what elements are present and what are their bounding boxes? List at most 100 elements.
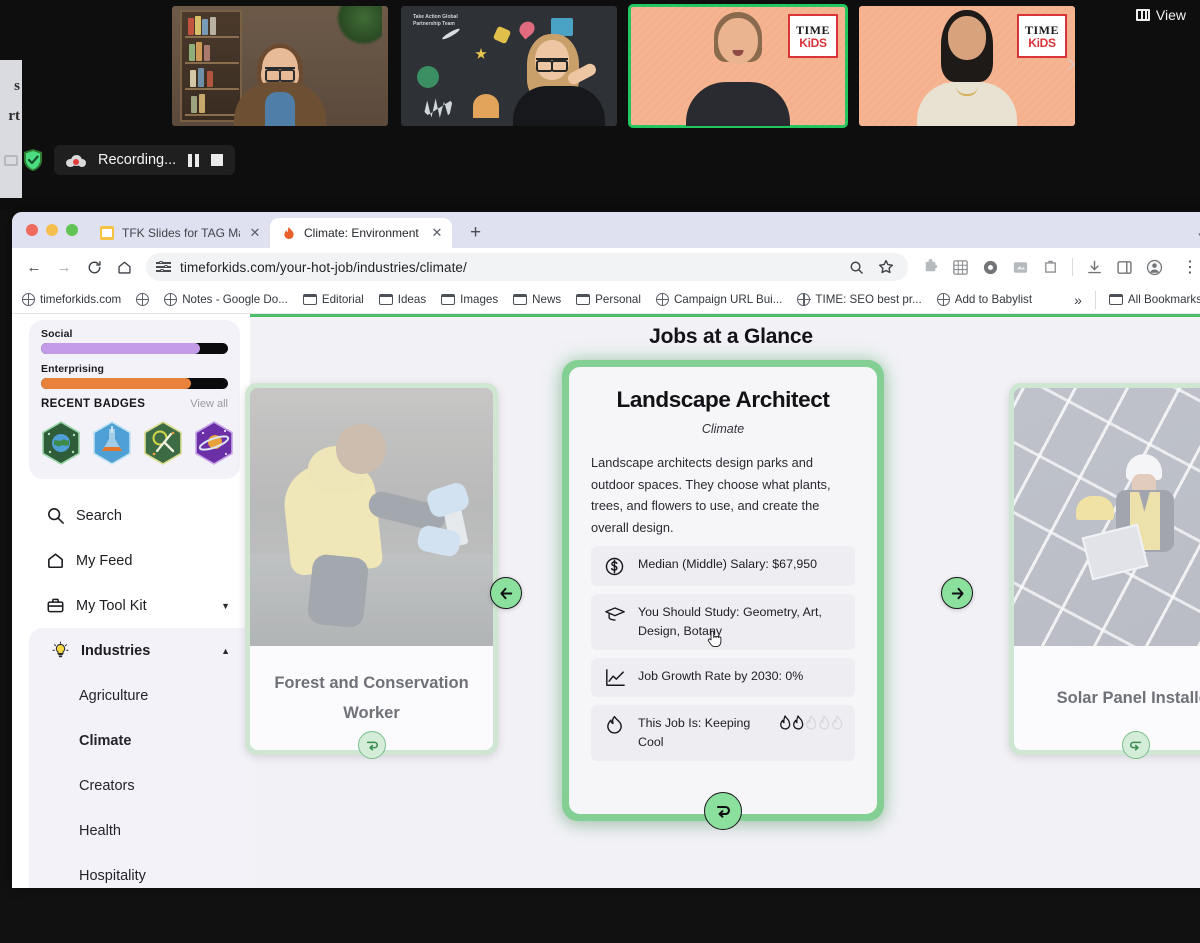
participant-tile-3[interactable]: TIME KiDS: [628, 4, 848, 128]
bookmark-unnamed[interactable]: [136, 293, 150, 307]
folder-icon-personal: [576, 294, 591, 305]
flip-card-center-button[interactable]: [704, 792, 742, 830]
grid-apps-icon[interactable]: [952, 259, 969, 276]
home-icon[interactable]: [110, 253, 138, 281]
minimize-window-button[interactable]: [46, 224, 58, 236]
browser-tab-1[interactable]: TFK Slides for TAG March 12 ✕: [88, 218, 270, 248]
extension-puzzle-icon[interactable]: [922, 258, 939, 276]
bookmark-editorial[interactable]: Editorial: [302, 293, 364, 306]
job-card-left[interactable]: Forest and Conservation Worker: [245, 383, 498, 759]
close-window-button[interactable]: [26, 224, 38, 236]
chevron-up-icon-industries[interactable]: ▲: [221, 646, 230, 656]
flame-rating-unit: [779, 715, 791, 730]
sidebar-item-my-feed[interactable]: My Feed: [24, 538, 250, 583]
star-icon[interactable]: [878, 259, 894, 275]
bookmark-campaign-url[interactable]: Campaign URL Bui...: [655, 293, 783, 307]
sidebar-item-search[interactable]: Search: [24, 493, 250, 538]
sidebar-item-agriculture[interactable]: Agriculture: [29, 673, 250, 718]
sidebar-item-my-tool-kit[interactable]: My Tool Kit ▼: [24, 583, 250, 628]
trait-label-enterprising: Enterprising: [41, 363, 105, 375]
fact-row-study: You Should Study: Geometry, Art, Design,…: [591, 594, 855, 650]
job-card-center[interactable]: Landscape Architect Climate Landscape ar…: [562, 360, 884, 821]
chevron-right-icon[interactable]: ›: [1058, 48, 1086, 80]
carousel-prev-button[interactable]: [490, 577, 522, 609]
globe-icon-4: [655, 293, 670, 307]
address-bar[interactable]: timeforkids.com/your-hot-job/industries/…: [146, 253, 908, 281]
tab-1-title: TFK Slides for TAG March 12: [122, 226, 240, 240]
tune-icon[interactable]: [156, 260, 171, 273]
sidebar-item-industries[interactable]: Industries ▲: [29, 628, 250, 673]
sidebar-label-hospitality: Hospitality: [79, 867, 146, 884]
folder-icon-all: [1108, 294, 1123, 305]
bookmark-news[interactable]: News: [513, 293, 561, 306]
trait-bar-social: [41, 343, 228, 354]
fact-study-text: You Should Study: Geometry, Art, Design,…: [638, 605, 822, 638]
sidebar-item-climate[interactable]: Climate: [29, 718, 250, 763]
screen-root: s rt Take Action Global Partnership Team…: [0, 0, 1200, 943]
job-category: Climate: [701, 422, 745, 436]
space-badge[interactable]: [194, 421, 234, 465]
settings-gear-icon[interactable]: [982, 259, 999, 276]
bookmark-ideas[interactable]: Ideas: [378, 293, 426, 306]
chevron-down-icon-toolkit[interactable]: ▼: [221, 601, 230, 611]
browser-tab-2[interactable]: Climate: Environment & Susta ✕: [270, 218, 452, 248]
bookmark-images[interactable]: Images: [441, 293, 498, 306]
side-panel-icon[interactable]: [1116, 259, 1133, 276]
badges-title: RECENT BADGES: [41, 398, 146, 410]
flame-icon: [282, 226, 296, 240]
three-dot-menu-icon[interactable]: ⋮: [1176, 253, 1200, 281]
extensions-icon[interactable]: [1042, 259, 1059, 276]
view-layout-button[interactable]: View: [1128, 2, 1194, 28]
bookmark-timeforkids[interactable]: timeforkids.com: [22, 293, 121, 307]
participant-tile-1[interactable]: [172, 6, 388, 126]
toolkit-icon: [46, 596, 65, 615]
arrow-right-icon[interactable]: →: [50, 253, 78, 281]
sidebar-item-hospitality[interactable]: Hospitality: [29, 853, 250, 888]
profile-avatar-icon[interactable]: [1146, 259, 1163, 276]
all-bookmarks-button[interactable]: All Bookmarks: [1108, 293, 1200, 306]
flame-rating-unit: [792, 715, 804, 730]
line-chart-icon: [603, 667, 626, 688]
download-icon[interactable]: [1086, 259, 1103, 276]
window-controls[interactable]: [22, 212, 88, 248]
bookmark-label-8: Campaign URL Bui...: [673, 293, 783, 306]
stop-icon[interactable]: [211, 154, 224, 166]
science-badge[interactable]: [143, 421, 183, 465]
bookmark-personal[interactable]: Personal: [576, 293, 641, 306]
search-icon[interactable]: [849, 260, 864, 275]
page-title: Jobs at a Glance: [649, 325, 813, 348]
background-window-peek: s rt: [0, 60, 22, 198]
sidebar-item-creators[interactable]: Creators: [29, 763, 250, 808]
plus-icon[interactable]: +: [462, 222, 489, 248]
main-content: Jobs at a Glance Forest and Conservation…: [245, 314, 1200, 888]
earth-badge[interactable]: [41, 421, 81, 465]
extension-icons: ⋮: [916, 253, 1200, 281]
flip-card-left-button[interactable]: [358, 731, 386, 759]
web-page: Social Enterprising RECENT BADGES View a…: [12, 314, 1200, 888]
bookmarks-bar: timeforkids.com Notes - Google Do... Edi…: [12, 286, 1200, 314]
view-all-badges-link[interactable]: View all: [190, 398, 228, 410]
participant-tile-2[interactable]: Take Action Global Partnership Team: [401, 6, 617, 126]
pause-icon[interactable]: [188, 153, 200, 167]
double-chevron-icon[interactable]: »: [1074, 292, 1082, 308]
carousel-next-button[interactable]: [941, 577, 973, 609]
bookmark-babylist[interactable]: Add to Babylist: [936, 293, 1032, 307]
job-card-right[interactable]: Solar Panel Installer: [1009, 383, 1200, 759]
close-icon[interactable]: ✕: [248, 225, 262, 241]
maximize-window-button[interactable]: [66, 224, 78, 236]
sidebar-item-health[interactable]: Health: [29, 808, 250, 853]
close-icon-2[interactable]: ✕: [430, 225, 444, 241]
screenshot-icon[interactable]: [1012, 259, 1029, 276]
sidebar-nav: Search My Feed My Tool Kit ▼ Industries …: [24, 493, 250, 888]
logo-line-2-b: KiDS: [1028, 35, 1056, 50]
reload-icon[interactable]: [80, 253, 108, 281]
site-sidebar: Social Enterprising RECENT BADGES View a…: [12, 314, 250, 888]
chemistry-badge[interactable]: [92, 421, 132, 465]
participant-tile-4[interactable]: TIME KiDS: [859, 6, 1075, 126]
bookmark-seo[interactable]: TIME: SEO best pr...: [797, 293, 922, 307]
logo-line-1: TIME: [795, 22, 830, 37]
arrow-left-icon[interactable]: ←: [20, 253, 48, 281]
flip-card-right-button[interactable]: [1122, 731, 1150, 759]
bookmark-notes[interactable]: Notes - Google Do...: [164, 293, 288, 307]
sidebar-group-industries: Industries ▲ Agriculture Climate Creator…: [29, 628, 250, 888]
